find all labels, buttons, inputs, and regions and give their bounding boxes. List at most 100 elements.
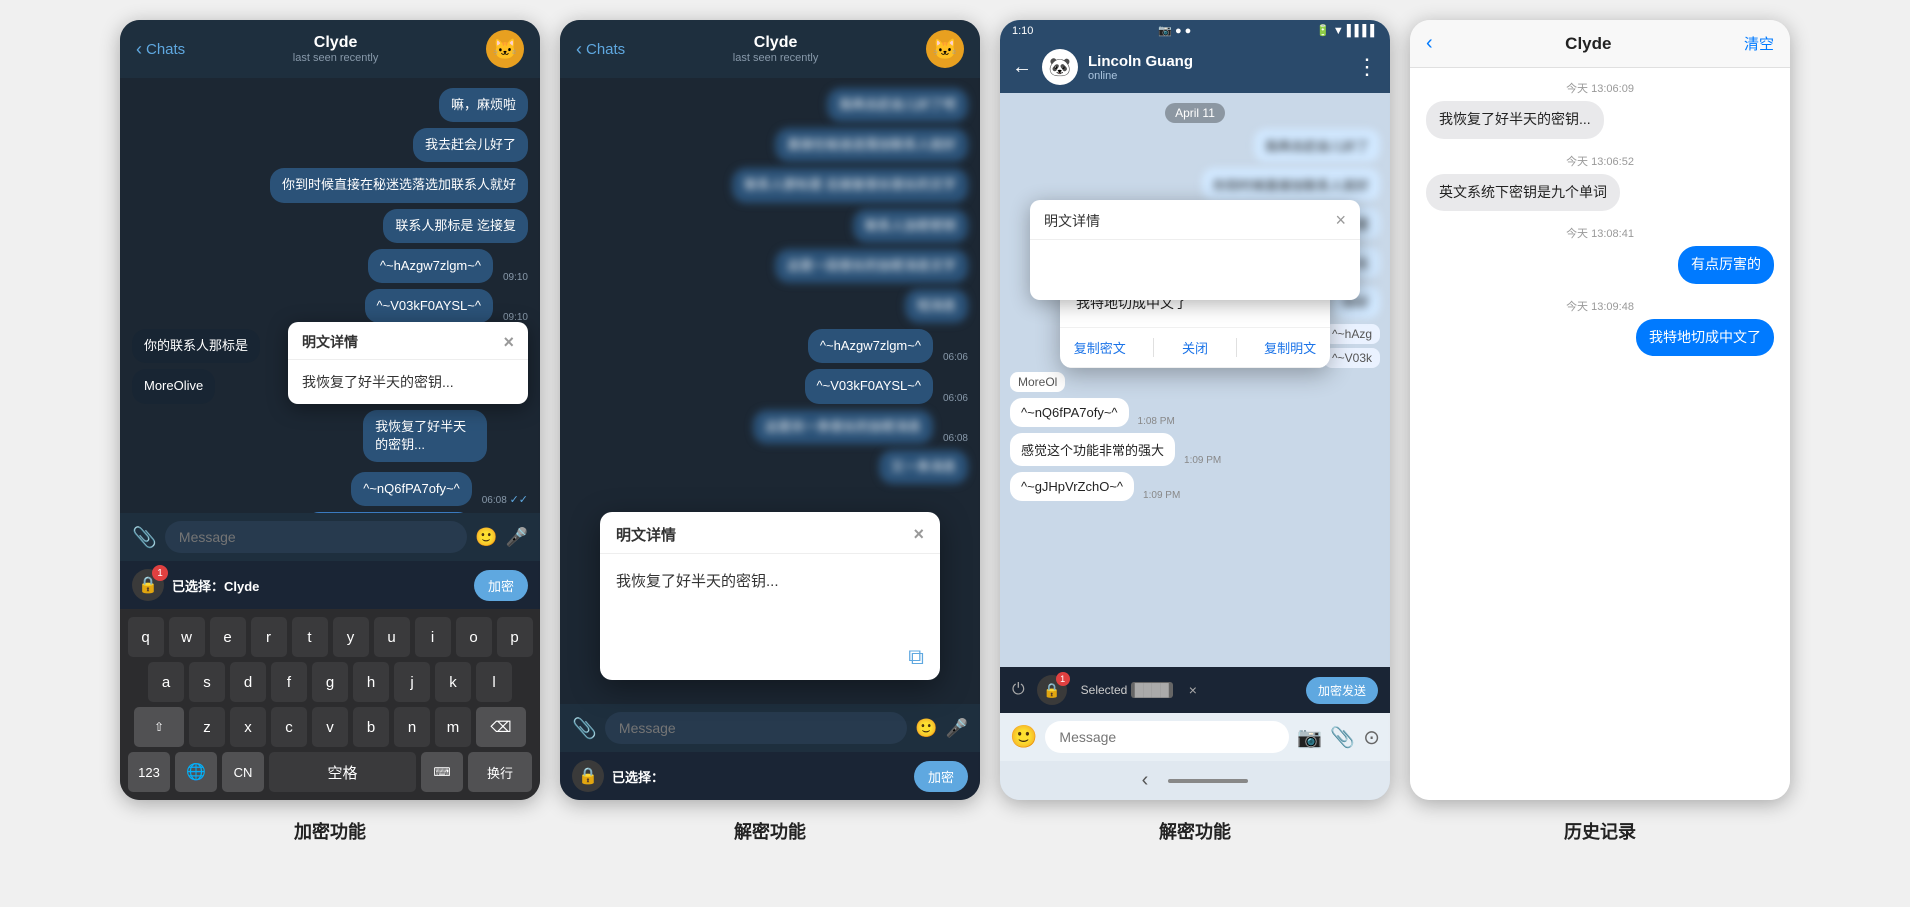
attach-icon[interactable]: 📎: [132, 525, 157, 550]
key-a[interactable]: a: [148, 662, 184, 702]
msg-time: 1:08 PM: [1138, 416, 1175, 427]
panel2-contact-status: last seen recently: [733, 52, 819, 64]
msg-bubble: 嘛，麻烦啦: [439, 88, 528, 122]
table-row: 这是一段很长的加密消息文字: [572, 249, 968, 283]
panel2-center-info: Clyde last seen recently: [733, 34, 819, 64]
action-copy-plain[interactable]: 复制明文: [1264, 338, 1316, 357]
key-w[interactable]: w: [169, 617, 205, 657]
panel1-label: 加密功能: [294, 818, 366, 844]
panel2-label: 解密功能: [734, 818, 806, 844]
panel4-clear-btn[interactable]: 清空: [1744, 33, 1774, 54]
table-row: 直接在秘迷选落加联系人就好: [572, 128, 968, 162]
panel2-contact-name: Clyde: [733, 34, 819, 52]
key-shift[interactable]: ⇧: [134, 707, 184, 747]
key-c[interactable]: c: [271, 707, 307, 747]
keyboard-row3: ⇧ z x c v b n m ⌫: [124, 707, 536, 747]
key-delete[interactable]: ⌫: [476, 707, 526, 747]
key-l[interactable]: l: [476, 662, 512, 702]
key-keyboard[interactable]: ⌨: [421, 752, 463, 792]
action-close[interactable]: 关闭: [1182, 338, 1208, 357]
emoji-btn[interactable]: 🙂: [1010, 724, 1037, 750]
nav-back-btn[interactable]: ‹: [1142, 769, 1149, 792]
panel2-encrypt-button[interactable]: 加密: [914, 761, 968, 792]
msg-time: 06:08: [943, 433, 968, 444]
panel4-wrapper: ‹ Clyde 清空 今天 13:06:09 我恢复了好半天的密钥... 今天 …: [1410, 20, 1790, 844]
panel3-nav-bar: ‹: [1000, 761, 1390, 800]
attach-icon[interactable]: 📎: [572, 716, 597, 741]
table-row: 你到时候直接加联系人就好: [1010, 168, 1380, 201]
key-k[interactable]: k: [435, 662, 471, 702]
panel3-back-btn[interactable]: ←: [1012, 56, 1032, 79]
panel3-message-input[interactable]: [1045, 721, 1289, 753]
emoji-icon[interactable]: 🙂: [475, 527, 497, 548]
attach-icon[interactable]: 📎: [1330, 725, 1355, 750]
msg-bubble: 你的联系人那标是: [132, 329, 260, 363]
key-r[interactable]: r: [251, 617, 287, 657]
panel3-plaintext-popup-title: 明文详情: [1044, 211, 1100, 231]
mic-icon[interactable]: 🎤: [506, 527, 528, 548]
selected-label: 已选择：: [172, 579, 224, 594]
key-return[interactable]: 换行: [468, 752, 532, 792]
panel2-back-btn[interactable]: ‹ Chats: [576, 39, 625, 60]
key-v[interactable]: v: [312, 707, 348, 747]
key-q[interactable]: q: [128, 617, 164, 657]
table-row: ^~V03kF0AYSL~^ 09:10: [132, 289, 528, 323]
key-b[interactable]: b: [353, 707, 389, 747]
key-j[interactable]: j: [394, 662, 430, 702]
panel2-encrypt-bar: 🔒 已选择： 加密: [560, 752, 980, 800]
table-row: 嘛，麻烦啦: [132, 88, 528, 122]
mic-icon[interactable]: 🎤: [946, 718, 968, 739]
table-row: ^~gJHpVrZchO~^ 1:09 PM: [1010, 472, 1380, 501]
msg-bubble-blurred: 联系人加密密钥: [853, 209, 968, 243]
panel1-center-info: Clyde last seen recently: [293, 34, 379, 64]
key-t[interactable]: t: [292, 617, 328, 657]
msg-small3: MoreOl: [1010, 372, 1065, 392]
panel1-encrypt-button[interactable]: 加密: [474, 570, 528, 601]
panel3-messages-container: April 11 我再去赶会儿好了 你到时候直接加联系人就好 联系人那标是 这是…: [1000, 93, 1390, 713]
camera-icon[interactable]: 📷: [1297, 725, 1322, 750]
key-s[interactable]: s: [189, 662, 225, 702]
emoji-icon[interactable]: 🙂: [915, 718, 937, 739]
key-d[interactable]: d: [230, 662, 266, 702]
key-m[interactable]: m: [435, 707, 471, 747]
panel3-encrypt-send-button[interactable]: 加密发送: [1306, 677, 1378, 704]
key-e[interactable]: e: [210, 617, 246, 657]
panel3-close-icon[interactable]: ×: [1189, 682, 1197, 698]
key-o[interactable]: o: [456, 617, 492, 657]
key-n[interactable]: n: [394, 707, 430, 747]
panel3-contact-status: online: [1088, 70, 1193, 82]
action-copy-cipher[interactable]: 复制密文: [1074, 338, 1126, 357]
panel3-more-icon[interactable]: ⋮: [1356, 54, 1378, 80]
panel1-back-btn[interactable]: ‹ Chats: [136, 39, 185, 60]
panel4-back-btn[interactable]: ‹: [1426, 32, 1433, 55]
key-g[interactable]: g: [312, 662, 348, 702]
panel3-plaintext-close-icon[interactable]: ×: [1335, 210, 1346, 231]
panel2-popup-overlay: 明文详情 × 我恢复了好半天的密钥... ⧉: [560, 512, 980, 680]
panel2-copy-icon[interactable]: ⧉: [908, 644, 924, 669]
msg-time: 06:06: [943, 393, 968, 404]
more-icon[interactable]: ⊙: [1363, 725, 1380, 750]
key-space[interactable]: 空格: [269, 752, 416, 792]
key-z[interactable]: z: [189, 707, 225, 747]
key-p[interactable]: p: [497, 617, 533, 657]
key-u[interactable]: u: [374, 617, 410, 657]
badge: 1: [152, 565, 168, 581]
key-cn[interactable]: CN: [222, 752, 264, 792]
key-y[interactable]: y: [333, 617, 369, 657]
power-icon[interactable]: ⏻: [1012, 681, 1025, 699]
msg-block2: 今天 13:06:52 英文系统下密钥是九个单词: [1426, 153, 1774, 212]
panel2-popup-close-icon[interactable]: ×: [913, 524, 924, 545]
popup-close-icon[interactable]: ×: [503, 332, 514, 353]
msg-block3: 今天 13:08:41 有点厉害的: [1426, 225, 1774, 284]
key-i[interactable]: i: [415, 617, 451, 657]
panel1-keyboard: q w e r t y u i o p a s d f g h j k l: [120, 609, 540, 800]
key-globe[interactable]: 🌐: [175, 752, 217, 792]
msg-bubble-blurred: 这是另一条很长的加密消息: [753, 410, 933, 444]
key-f[interactable]: f: [271, 662, 307, 702]
key-x[interactable]: x: [230, 707, 266, 747]
panel2-message-input[interactable]: [605, 712, 907, 744]
key-h[interactable]: h: [353, 662, 389, 702]
key-123[interactable]: 123: [128, 752, 170, 792]
panel1-message-input[interactable]: [165, 521, 467, 553]
msg-bubble: ^~nQ6fPA7ofy~^: [1010, 398, 1129, 427]
